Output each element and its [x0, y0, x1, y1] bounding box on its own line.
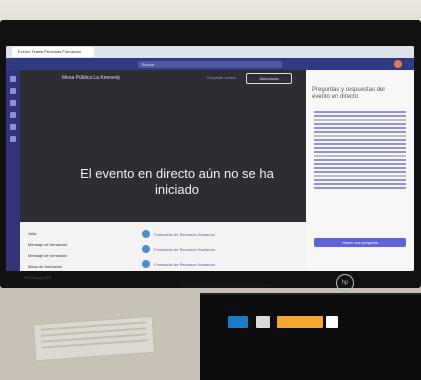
chat-list-item[interactable]: Julia: [28, 231, 138, 236]
qa-text-line: [314, 115, 406, 117]
qa-text-line: [314, 139, 406, 141]
chat-list-item[interactable]: Mensaje de formación: [28, 253, 138, 258]
search-input[interactable]: Buscar: [138, 60, 282, 68]
qa-text-line: [314, 167, 406, 169]
sticker: [326, 316, 338, 328]
photo-scene: Evento Teams Personas Formacion Buscar M…: [0, 0, 421, 380]
profile-avatar-icon[interactable]: [394, 60, 402, 68]
qa-panel: Preguntas y respuestas del evento en dir…: [306, 70, 414, 271]
hp-logo: hp: [336, 274, 354, 292]
notification-avatar: [142, 245, 150, 253]
qa-text-line: [314, 187, 406, 189]
qa-text-line: [314, 175, 406, 177]
event-header: Mesa Pública La Kennedy Compartir enlace…: [20, 70, 306, 86]
qa-text-line: [314, 119, 406, 121]
computer-stickers: [228, 316, 348, 334]
browser-tab-strip: Evento Teams Personas Formacion: [6, 46, 414, 58]
monitor-brand-label: ProDisplay 800: [24, 275, 52, 280]
qa-text-line: [314, 127, 406, 129]
files-icon[interactable]: [10, 136, 16, 142]
notification-avatar: [142, 230, 150, 238]
live-event-area: Mesa Pública La Kennedy Compartir enlace…: [20, 70, 306, 222]
sticker: [277, 316, 323, 328]
qa-text-line: [314, 111, 406, 113]
calendar-icon[interactable]: [10, 112, 16, 118]
browser-tab[interactable]: Evento Teams Personas Formacion: [12, 47, 94, 57]
notification-avatar: [142, 260, 150, 268]
chat-list-item[interactable]: Mesa de formación: [28, 264, 138, 269]
notification-item[interactable]: Formación de Recursos Humanos: [142, 242, 267, 256]
qa-text-line: [314, 179, 406, 181]
notification-text: Formación de Recursos Humanos: [154, 231, 215, 237]
teams-left-rail: [6, 70, 20, 271]
ask-question-button[interactable]: Hacer una pregunta: [314, 238, 406, 247]
event-title: Mesa Pública La Kennedy: [62, 75, 121, 81]
qa-text-line: [314, 135, 406, 137]
qa-text-line: [314, 131, 406, 133]
activity-icon[interactable]: [10, 76, 16, 82]
desktop-computer: [200, 293, 421, 380]
notification-list: Formación de Recursos Humanos Formación …: [142, 227, 267, 271]
event-status-message: El evento en directo aún no se ha inicia…: [80, 166, 274, 197]
calls-icon[interactable]: [10, 124, 16, 130]
notification-text: Formación de Recursos Humanos: [154, 246, 215, 252]
qa-panel-title: Preguntas y respuestas del evento en dir…: [312, 87, 385, 100]
qa-text-line: [314, 151, 406, 153]
chat-list-item[interactable]: Mensaje de formación: [28, 242, 138, 247]
chat-list: Julia Mensaje de formación Mensaje de fo…: [28, 231, 138, 271]
teams-top-bar: Buscar: [6, 58, 414, 70]
qa-text-line: [314, 123, 406, 125]
qa-text-line: [314, 171, 406, 173]
qa-text-lines: [314, 111, 406, 229]
sticker: [256, 316, 270, 328]
teams-icon[interactable]: [10, 100, 16, 106]
notification-text: Formación de Recursos Humanos: [154, 261, 215, 267]
qa-text-line: [314, 163, 406, 165]
chat-icon[interactable]: [10, 88, 16, 94]
notification-item[interactable]: Formación de Recursos Humanos: [142, 227, 267, 241]
qa-text-line: [314, 183, 406, 185]
monitor-screen: Evento Teams Personas Formacion Buscar M…: [6, 46, 414, 271]
qa-text-line: [314, 155, 406, 157]
share-link[interactable]: Compartir enlace: [206, 75, 236, 80]
leave-button[interactable]: Abandonar: [246, 73, 292, 84]
qa-text-line: [314, 147, 406, 149]
sticker: [228, 316, 248, 328]
notification-item[interactable]: Formación de Recursos Humanos: [142, 257, 267, 271]
qa-text-line: [314, 143, 406, 145]
chat-area: Julia Mensaje de formación Mensaje de fo…: [20, 222, 306, 271]
qa-text-line: [314, 159, 406, 161]
monitor-frame: Evento Teams Personas Formacion Buscar M…: [0, 20, 421, 288]
